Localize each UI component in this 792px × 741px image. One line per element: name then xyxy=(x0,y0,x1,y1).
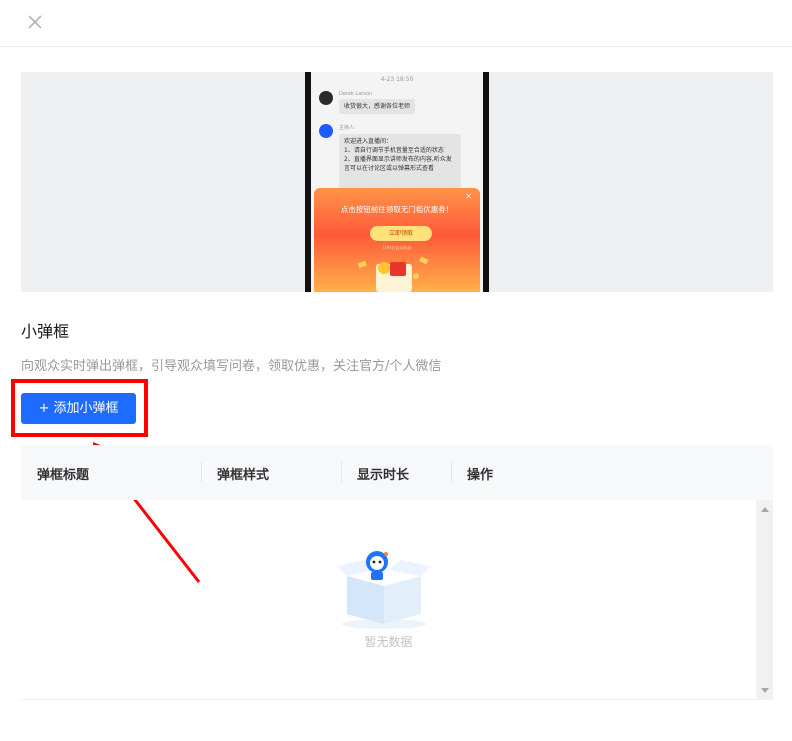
scroll-down-icon[interactable] xyxy=(761,688,769,693)
popup-close-icon: ✕ xyxy=(465,192,472,201)
popup-table: 弹框标题 弹框样式 显示时长 操作 暂无数据 xyxy=(21,445,773,701)
phone-mockup: 4-23 18:50 Derek Larson 收货很大，感谢各位老师 主持人 … xyxy=(305,72,489,292)
popup-preview: 4-23 18:50 Derek Larson 收货很大，感谢各位老师 主持人 … xyxy=(21,72,773,292)
column-divider xyxy=(341,462,342,482)
modal-header xyxy=(0,0,792,47)
phone-screen: 4-23 18:50 Derek Larson 收货很大，感谢各位老师 主持人 … xyxy=(311,72,483,292)
empty-box-icon xyxy=(337,551,431,629)
popup-claim-button: 立即领取 xyxy=(370,226,432,241)
chat-line: 1、请自行调节手机音量至合适的状态 xyxy=(344,147,444,154)
host-avatar xyxy=(319,124,333,138)
table-header: 弹框标题 弹框样式 显示时长 操作 xyxy=(21,445,773,500)
avatar xyxy=(319,91,333,105)
scroll-up-icon[interactable] xyxy=(761,507,769,512)
chat-timestamp: 4-23 18:50 xyxy=(380,76,414,83)
popup-title: 点击按钮前往领取无门槛优惠券！ xyxy=(340,205,454,214)
coupon-popup: ✕ 点击按钮前往领取无门槛优惠券！ 立即领取 10秒后自动关闭 xyxy=(314,188,480,292)
empty-state-text: 暂无数据 xyxy=(364,635,413,649)
close-icon[interactable] xyxy=(25,12,45,32)
chat-line: 欢迎进入直播间： xyxy=(344,138,393,145)
column-header: 显示时长 xyxy=(357,468,410,483)
column-header: 弹框样式 xyxy=(217,468,270,483)
add-popup-button[interactable]: + 添加小弹框 xyxy=(21,393,136,424)
column-divider xyxy=(451,462,452,482)
table-body: 暂无数据 xyxy=(21,500,773,700)
chat-line: 2、直播界面显示讲师发布的内容,听众发言可以在讨论区或以弹幕形式查看 xyxy=(344,156,452,172)
column-divider xyxy=(201,462,202,482)
popup-subtext: 10秒后自动关闭 xyxy=(382,245,412,250)
scrollbar[interactable] xyxy=(756,500,773,700)
chat-bubble: 收货很大，感谢各位老师 xyxy=(339,99,416,114)
column-header: 操作 xyxy=(467,468,494,483)
section-description: 向观众实时弹出弹框，引导观众填写问卷，领取优惠，关注官方/个人微信 xyxy=(21,359,442,374)
chat-username: 主持人 xyxy=(339,125,355,131)
column-header: 弹框标题 xyxy=(37,468,90,483)
chat-username: Derek Larson xyxy=(339,91,373,97)
gift-icon xyxy=(357,256,429,292)
section-title: 小弹框 xyxy=(21,322,70,341)
chat-bubble: 欢迎进入直播间： 1、请自行调节手机音量至合适的状态 2、直播界面显示讲师发布的… xyxy=(339,134,461,194)
